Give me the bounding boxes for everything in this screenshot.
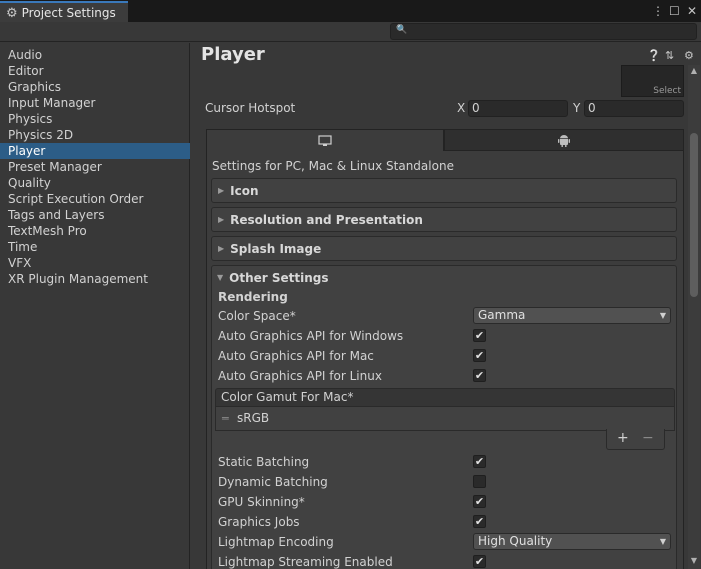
tab-android[interactable] bbox=[444, 129, 684, 151]
auto-api-mac-checkbox[interactable]: ✔ bbox=[473, 349, 486, 362]
settings-gear-icon[interactable]: ⚙ bbox=[684, 49, 694, 62]
chevron-down-icon: ▼ bbox=[659, 537, 666, 546]
auto-api-windows-label: Auto Graphics API for Windows bbox=[218, 329, 404, 343]
search-input[interactable] bbox=[409, 25, 689, 38]
sidebar-item-preset-manager[interactable]: Preset Manager bbox=[0, 159, 190, 175]
vertical-scrollbar[interactable]: ▲ ▼ bbox=[688, 65, 700, 569]
expand-arrow-icon: ▶ bbox=[218, 215, 225, 224]
close-icon[interactable]: ✕ bbox=[687, 3, 697, 19]
preset-icon[interactable]: ⇅ bbox=[665, 49, 674, 62]
dynamic-batching-checkbox[interactable] bbox=[473, 475, 486, 488]
color-space-value: Gamma bbox=[478, 308, 526, 322]
sidebar-item-graphics[interactable]: Graphics bbox=[0, 79, 190, 95]
collapse-arrow-icon: ▼ bbox=[217, 273, 224, 282]
sidebar-item-script-execution-order[interactable]: Script Execution Order bbox=[0, 191, 190, 207]
search-box[interactable]: 🔍 bbox=[390, 23, 697, 40]
cursor-texture-preview[interactable]: Select bbox=[621, 65, 684, 97]
window-tab-bar: ⚙ Project Settings ⋮ ☐ ✕ bbox=[0, 0, 701, 23]
auto-api-windows-checkbox[interactable]: ✔ bbox=[473, 329, 486, 342]
more-menu-icon[interactable]: ⋮ bbox=[652, 3, 664, 19]
scroll-down-arrow-icon[interactable]: ▼ bbox=[688, 555, 700, 567]
lightmap-streaming-label: Lightmap Streaming Enabled bbox=[218, 555, 393, 569]
foldout-resolution[interactable]: ▶ Resolution and Presentation bbox=[211, 207, 677, 232]
remove-item-button[interactable]: − bbox=[642, 430, 654, 446]
dynamic-batching-label: Dynamic Batching bbox=[218, 475, 328, 489]
search-icon: 🔍 bbox=[396, 25, 408, 35]
tab-title: Project Settings bbox=[21, 6, 116, 20]
hotspot-x-label: X bbox=[457, 101, 466, 115]
expand-arrow-icon: ▶ bbox=[218, 244, 225, 253]
scroll-thumb[interactable] bbox=[690, 133, 698, 297]
auto-api-linux-label: Auto Graphics API for Linux bbox=[218, 369, 382, 383]
platform-tabs bbox=[206, 129, 684, 151]
select-button[interactable]: Select bbox=[653, 86, 681, 96]
gpu-skinning-checkbox[interactable]: ✔ bbox=[473, 495, 486, 508]
player-settings-panel: Player ❔ ⇅ ⚙ Select Cursor Hotspot X 0 Y… bbox=[191, 43, 701, 569]
foldout-label: Icon bbox=[230, 183, 259, 198]
gear-icon: ⚙ bbox=[6, 5, 18, 21]
color-gamut-value: sRGB bbox=[237, 411, 270, 425]
help-icon[interactable]: ❔ bbox=[647, 49, 661, 62]
monitor-icon bbox=[318, 134, 332, 146]
rendering-header: Rendering bbox=[218, 290, 288, 304]
sidebar-item-textmesh-pro[interactable]: TextMesh Pro bbox=[0, 223, 190, 239]
lightmap-streaming-checkbox[interactable]: ✔ bbox=[473, 555, 486, 568]
project-settings-tab[interactable]: ⚙ Project Settings bbox=[0, 1, 128, 23]
lightmap-encoding-dropdown[interactable]: High Quality ▼ bbox=[473, 533, 671, 550]
auto-api-mac-label: Auto Graphics API for Mac bbox=[218, 349, 374, 363]
drag-handle-icon[interactable]: ═ bbox=[222, 412, 229, 425]
sidebar-item-physics[interactable]: Physics bbox=[0, 111, 190, 127]
static-batching-checkbox[interactable]: ✔ bbox=[473, 455, 486, 468]
hotspot-y-label: Y bbox=[573, 101, 581, 115]
sidebar-item-physics-2d[interactable]: Physics 2D bbox=[0, 127, 190, 143]
sidebar-item-audio[interactable]: Audio bbox=[0, 47, 190, 63]
settings-for-label: Settings for PC, Mac & Linux Standalone bbox=[212, 159, 454, 173]
auto-api-linux-checkbox[interactable]: ✔ bbox=[473, 369, 486, 382]
hotspot-y-field[interactable]: 0 bbox=[584, 100, 684, 117]
lightmap-encoding-label: Lightmap Encoding bbox=[218, 535, 334, 549]
gpu-skinning-label: GPU Skinning* bbox=[218, 495, 305, 509]
add-item-button[interactable]: + bbox=[617, 430, 629, 446]
foldout-label: Splash Image bbox=[230, 241, 322, 256]
settings-sidebar: Audio Editor Graphics Input Manager Physics P… bbox=[0, 43, 190, 569]
list-buttons: + − bbox=[606, 429, 665, 450]
color-space-dropdown[interactable]: Gamma ▼ bbox=[473, 307, 671, 324]
color-space-label: Color Space* bbox=[218, 309, 296, 323]
chevron-down-icon: ▼ bbox=[659, 311, 666, 320]
sidebar-item-player[interactable]: Player bbox=[0, 143, 190, 159]
cursor-hotspot-label: Cursor Hotspot bbox=[205, 101, 296, 115]
color-gamut-list-header: Color Gamut For Mac* bbox=[215, 388, 675, 407]
sidebar-item-time[interactable]: Time bbox=[0, 239, 190, 255]
graphics-jobs-label: Graphics Jobs bbox=[218, 515, 300, 529]
lightmap-encoding-value: High Quality bbox=[478, 534, 553, 548]
sidebar-item-editor[interactable]: Editor bbox=[0, 63, 190, 79]
sidebar-item-quality[interactable]: Quality bbox=[0, 175, 190, 191]
sidebar-item-input-manager[interactable]: Input Manager bbox=[0, 95, 190, 111]
scroll-up-arrow-icon[interactable]: ▲ bbox=[688, 65, 700, 77]
android-icon bbox=[558, 134, 570, 147]
search-row: 🔍 bbox=[0, 22, 701, 42]
expand-arrow-icon: ▶ bbox=[218, 186, 225, 195]
foldout-label: Other Settings bbox=[229, 270, 329, 285]
foldout-icon[interactable]: ▶ Icon bbox=[211, 178, 677, 203]
foldout-label: Resolution and Presentation bbox=[230, 212, 423, 227]
color-gamut-list-item[interactable]: ═ sRGB bbox=[215, 407, 675, 431]
sidebar-item-tags-and-layers[interactable]: Tags and Layers bbox=[0, 207, 190, 223]
static-batching-label: Static Batching bbox=[218, 455, 310, 469]
foldout-other-settings[interactable]: ▼ Other Settings bbox=[211, 265, 677, 290]
tab-pc-standalone[interactable] bbox=[206, 129, 444, 151]
page-title: Player bbox=[201, 44, 265, 65]
graphics-jobs-checkbox[interactable]: ✔ bbox=[473, 515, 486, 528]
sidebar-item-vfx[interactable]: VFX bbox=[0, 255, 190, 271]
foldout-splash[interactable]: ▶ Splash Image bbox=[211, 236, 677, 261]
hotspot-x-field[interactable]: 0 bbox=[468, 100, 568, 117]
maximize-icon[interactable]: ☐ bbox=[669, 3, 680, 19]
sidebar-item-xr-plugin-management[interactable]: XR Plugin Management bbox=[0, 271, 190, 287]
